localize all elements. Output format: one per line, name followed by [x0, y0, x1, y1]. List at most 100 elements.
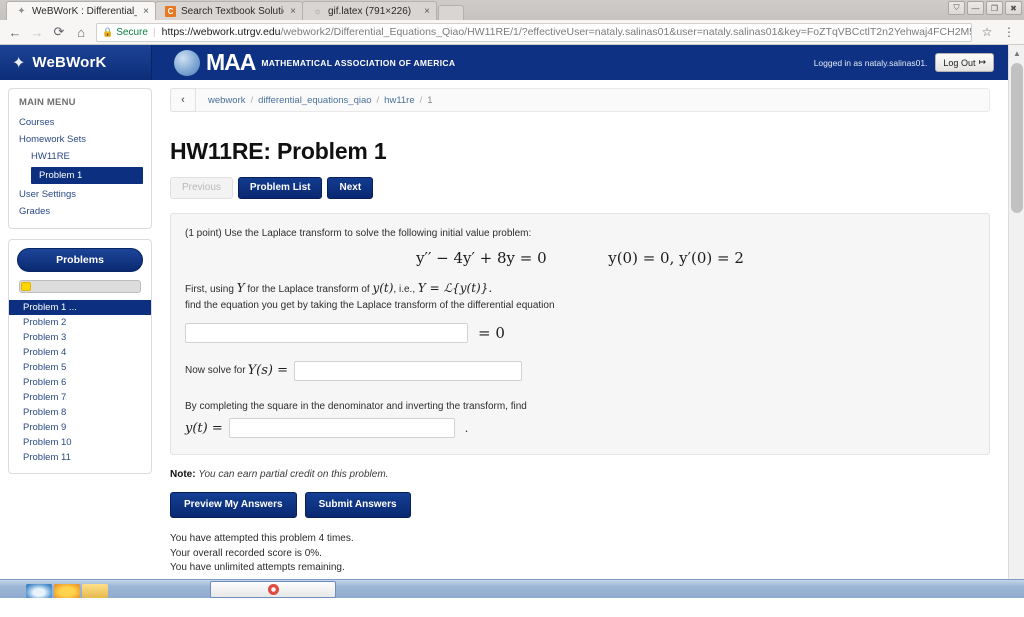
step3-math: y(t) = [185, 420, 223, 436]
main-menu-title: MAIN MENU [19, 97, 76, 108]
sidebar-item-problem-1[interactable]: Problem 1 [31, 167, 143, 184]
taskbar-spacer [110, 580, 210, 598]
bookmark-star-icon[interactable]: ☆ [976, 21, 998, 43]
scrollbar-thumb[interactable] [1011, 63, 1023, 213]
next-button[interactable]: Next [327, 177, 374, 199]
answer-1-suffix: = 0 [478, 323, 505, 342]
browser-chrome: ✦ WeBWorK : Differential_E × C Search Te… [0, 0, 1024, 45]
taskbar-browser-icon[interactable] [26, 584, 52, 598]
browser-tab-3[interactable]: ☼ gif.latex (791×226) × [302, 1, 437, 20]
problem-list-item-7[interactable]: Problem 7 [9, 390, 151, 405]
page-scrollbar[interactable]: ▲ ▼ [1008, 45, 1024, 598]
taskbar-window-chrome[interactable] [210, 581, 336, 598]
problem-step1-line1: First, using Y for the Laplace transform… [185, 279, 975, 298]
breadcrumb-back-button[interactable]: ‹ [170, 88, 196, 112]
previous-button[interactable]: Previous [170, 177, 233, 199]
breadcrumb-item-set[interactable]: hw11re [384, 95, 414, 106]
tab-close-icon[interactable]: × [290, 6, 296, 17]
step1-yt-symbol: y(t) [372, 280, 394, 295]
browser-tab-2[interactable]: C Search Textbook Solutio × [155, 1, 303, 20]
problem-list-item-1[interactable]: Problem 1 ... [9, 300, 151, 315]
problems-panel: Problems Problem 1 ... Problem 2 Problem… [8, 239, 152, 474]
problem-list-item-3[interactable]: Problem 3 [9, 330, 151, 345]
problem-list-item-2[interactable]: Problem 2 [9, 315, 151, 330]
breadcrumb-item-current: 1 [427, 94, 433, 106]
page-title: HW11RE: Problem 1 [170, 138, 387, 164]
logout-label: Log Out [943, 57, 976, 68]
problem-list-item-10[interactable]: Problem 10 [9, 435, 151, 450]
user-profile-icon[interactable]: ⛉ [948, 1, 965, 15]
address-bar[interactable]: 🔒 Secure | https://webwork.utrgv.edu/web… [96, 22, 972, 42]
url-path: /webwork2/Differential_Equations_Qiao/HW… [280, 26, 972, 38]
problems-header: Problems [17, 248, 143, 272]
preview-my-answers-button[interactable]: Preview My Answers [170, 492, 297, 519]
browser-toolbar: ← → ⟳ ⌂ 🔒 Secure | https://webwork.utrgv… [0, 20, 1024, 45]
problem-list-item-5[interactable]: Problem 5 [9, 360, 151, 375]
main-content: ‹ webwork / differential_equations_qiao … [160, 88, 1010, 598]
sidebar-item-hw11re[interactable]: HW11RE [9, 148, 151, 165]
home-icon[interactable]: ⌂ [70, 21, 92, 43]
webwork-star-icon: ✦ [17, 5, 26, 17]
scroll-up-icon[interactable]: ▲ [1009, 45, 1024, 61]
maximize-icon[interactable]: ❐ [986, 1, 1003, 15]
taskbar-firefox-icon[interactable] [54, 584, 80, 598]
forward-icon[interactable]: → [26, 21, 48, 43]
sidebar-item-grades[interactable]: Grades [9, 203, 151, 220]
sidebar-item-homework-sets[interactable]: Homework Sets [9, 131, 151, 148]
problem-equation: y′′ − 4y′ + 8y = 0 y(0) = 0, y′(0) = 2 [185, 249, 975, 267]
partial-credit-note: Note: You can earn partial credit on thi… [170, 469, 990, 480]
logout-arrow-icon: ↦ [978, 57, 986, 67]
recorded-score-text: Your overall recorded score is 0%. [170, 547, 322, 559]
note-label: Note: [170, 469, 196, 481]
chrome-icon [267, 584, 279, 595]
url-host: https://webwork.utrgv.edu [161, 26, 281, 38]
breadcrumb: ‹ webwork / differential_equations_qiao … [170, 88, 990, 112]
maa-logo: MAA MATHEMATICAL ASSOCIATION OF AMERICA [174, 49, 455, 76]
logged-in-label: Logged in as nataly.salinas01. [813, 57, 928, 68]
step1-mid: for the Laplace transform of [244, 283, 373, 295]
answer-row-1: = 0 [185, 322, 975, 343]
problem-list-item-8[interactable]: Problem 8 [9, 405, 151, 420]
new-tab-button[interactable] [438, 5, 464, 20]
submit-answers-button[interactable]: Submit Answers [304, 492, 411, 519]
page-viewport: ✦ WeBWorK MAA MATHEMATICAL ASSOCIATION O… [0, 45, 1024, 598]
answer-row-3: y(t) = . [185, 418, 975, 439]
problem-body: (1 point) Use the Laplace transform to s… [170, 213, 990, 456]
chrome-menu-icon[interactable]: ⋮ [998, 21, 1020, 43]
breadcrumb-item-webwork[interactable]: webwork [208, 95, 246, 106]
reload-icon[interactable]: ⟳ [48, 21, 70, 43]
step2-math: Y(s) = [247, 363, 288, 379]
breadcrumb-item-course[interactable]: differential_equations_qiao [258, 95, 371, 106]
back-icon[interactable]: ← [4, 21, 26, 43]
answer-3-suffix: . [464, 421, 469, 435]
sidebar-item-courses[interactable]: Courses [9, 114, 151, 131]
taskbar-folder-icon[interactable] [82, 584, 108, 598]
answer-input-2[interactable] [294, 360, 522, 381]
problem-list-item-11[interactable]: Problem 11 [9, 450, 151, 465]
chegg-c-icon: C [165, 5, 176, 17]
problem-list-item-6[interactable]: Problem 6 [9, 375, 151, 390]
minimize-icon[interactable]: — [967, 1, 984, 15]
breadcrumb-bar: webwork / differential_equations_qiao / … [196, 88, 990, 112]
step2-label: Now solve for [185, 364, 246, 376]
close-icon[interactable]: ✖ [1005, 1, 1022, 15]
tab-close-icon[interactable]: × [143, 6, 149, 17]
step1-prefix: First, using [185, 283, 237, 295]
sidebar-item-user-settings[interactable]: User Settings [9, 186, 151, 203]
problem-list-button[interactable]: Problem List [237, 177, 323, 199]
attempts-count-text: You have attempted this problem 4 times. [170, 533, 354, 545]
login-status: Logged in as nataly.salinas01. Log Out ↦ [814, 45, 994, 80]
webwork-brand[interactable]: ✦ WeBWorK [0, 45, 152, 80]
answer-input-1[interactable] [185, 322, 468, 343]
answer-row-2: Now solve for Y(s) = [185, 360, 975, 381]
answer-input-3[interactable] [228, 418, 455, 439]
note-text: You can earn partial credit on this prob… [198, 469, 389, 481]
problem-step3-label: By completing the square in the denomina… [185, 400, 527, 412]
tab-close-icon[interactable]: × [424, 6, 430, 17]
browser-tab-title: Search Textbook Solutio [181, 5, 285, 17]
browser-tab-1[interactable]: ✦ WeBWorK : Differential_E × [6, 1, 156, 20]
logout-button[interactable]: Log Out ↦ [935, 53, 994, 72]
problem-list-item-9[interactable]: Problem 9 [9, 420, 151, 435]
problem-list-item-4[interactable]: Problem 4 [9, 345, 151, 360]
os-taskbar [0, 579, 1024, 598]
